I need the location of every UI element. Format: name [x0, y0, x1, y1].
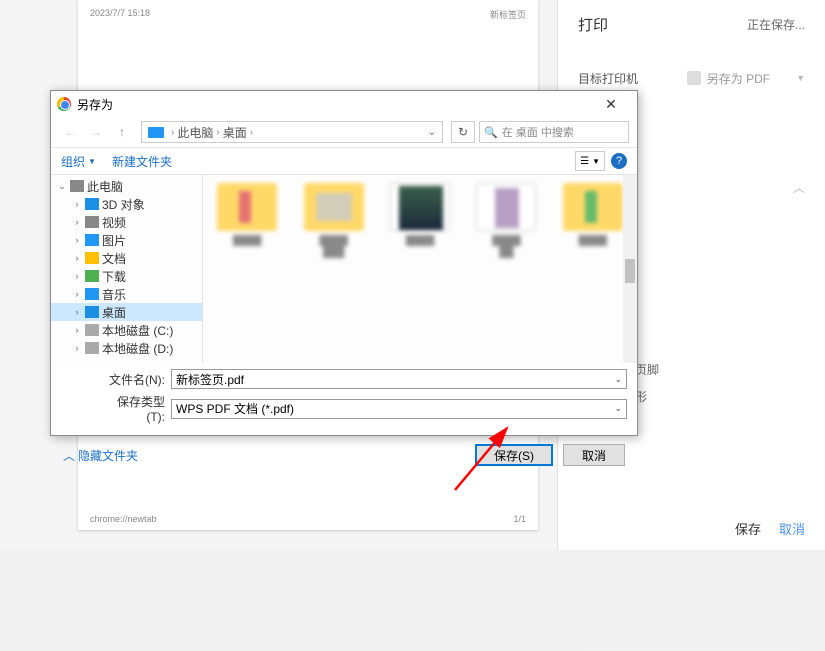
- organize-button[interactable]: 组织 ▼: [61, 153, 96, 170]
- chevron-down-icon[interactable]: ⌄: [424, 127, 440, 138]
- dialog-navbar: ← → ↑ › 此电脑 › 桌面 › ⌄ ↻ 🔍 在 桌面 中搜索: [51, 117, 637, 147]
- file-grid[interactable]: ████ ███████ ████ ██████ ████: [203, 175, 637, 363]
- save-button[interactable]: 保存(S): [475, 444, 553, 466]
- preview-timestamp: 2023/7/7 15:18: [90, 8, 150, 21]
- folder-item[interactable]: ███████: [293, 183, 373, 355]
- tree-item-pic[interactable]: ›图片: [51, 231, 202, 249]
- print-cancel-button[interactable]: 取消: [779, 519, 805, 538]
- filename-label: 文件名(N):: [99, 371, 171, 388]
- preview-footer-url: chrome://newtab: [90, 514, 157, 524]
- view-mode-button[interactable]: ☰ ▼: [575, 151, 605, 171]
- tree-item-desktop[interactable]: ›桌面: [51, 303, 202, 321]
- chevron-down-icon[interactable]: ⌄: [614, 374, 622, 385]
- path-breadcrumb[interactable]: › 此电脑 › 桌面 › ⌄: [141, 121, 443, 143]
- close-icon[interactable]: ✕: [591, 96, 631, 113]
- saving-status: 正在保存...: [747, 16, 805, 33]
- chevron-up-icon: ︿: [63, 447, 75, 464]
- refresh-button[interactable]: ↻: [451, 121, 475, 143]
- dialog-titlebar: 另存为 ✕: [51, 91, 637, 117]
- tree-item-disk-d[interactable]: ›本地磁盘 (D:): [51, 339, 202, 357]
- chevron-down-icon: ▼: [796, 73, 805, 83]
- dest-select[interactable]: 另存为 PDF ▼: [687, 70, 805, 87]
- folder-item[interactable]: ████: [207, 183, 287, 355]
- tree-item-disk-c[interactable]: ›本地磁盘 (C:): [51, 321, 202, 339]
- filetype-label: 保存类型(T):: [99, 393, 171, 424]
- filename-input[interactable]: 新标签页.pdf ⌄: [171, 369, 627, 389]
- pdf-icon: [687, 71, 701, 85]
- pc-icon: [148, 127, 164, 138]
- dest-label: 目标打印机: [578, 70, 638, 87]
- filetype-select[interactable]: WPS PDF 文档 (*.pdf) ⌄: [171, 399, 627, 419]
- preview-page-num: 1/1: [513, 514, 526, 524]
- cancel-button[interactable]: 取消: [563, 444, 625, 466]
- tree-item-doc[interactable]: ›文档: [51, 249, 202, 267]
- folder-item[interactable]: ██████: [466, 183, 546, 355]
- save-as-dialog: 另存为 ✕ ← → ↑ › 此电脑 › 桌面 › ⌄ ↻ 🔍 在 桌面 中搜索 …: [50, 90, 638, 436]
- dialog-title: 另存为: [77, 96, 113, 113]
- dialog-toolbar: 组织 ▼ 新建文件夹 ☰ ▼ ?: [51, 147, 637, 175]
- folder-item[interactable]: ████: [553, 183, 633, 355]
- tree-item-3d[interactable]: ›3D 对象: [51, 195, 202, 213]
- search-input[interactable]: 🔍 在 桌面 中搜索: [479, 121, 629, 143]
- tree-item-music[interactable]: ›音乐: [51, 285, 202, 303]
- folder-tree: ⌄此电脑 ›3D 对象 ›视频 ›图片 ›文档 ›下载 ›音乐 ›桌面 ›本地磁…: [51, 175, 203, 363]
- tree-item-video[interactable]: ›视频: [51, 213, 202, 231]
- nav-forward-button[interactable]: →: [85, 121, 107, 143]
- help-icon[interactable]: ?: [611, 153, 627, 169]
- chevron-down-icon[interactable]: ⌄: [614, 403, 622, 414]
- tree-item-pc[interactable]: ⌄此电脑: [51, 177, 202, 195]
- print-save-button[interactable]: 保存: [735, 519, 761, 538]
- chevron-down-icon: ▼: [88, 157, 96, 166]
- preview-tab-title: 新标签页: [490, 8, 526, 21]
- folder-item[interactable]: ████: [380, 183, 460, 355]
- tree-item-dl[interactable]: ›下载: [51, 267, 202, 285]
- nav-up-button[interactable]: ↑: [111, 121, 133, 143]
- search-icon: 🔍: [484, 126, 498, 139]
- hide-folders-link[interactable]: ︿ 隐藏文件夹: [63, 447, 138, 464]
- new-folder-button[interactable]: 新建文件夹: [112, 153, 172, 170]
- chrome-icon: [57, 97, 71, 111]
- nav-back-button[interactable]: ←: [59, 121, 81, 143]
- scrollbar[interactable]: [623, 175, 637, 363]
